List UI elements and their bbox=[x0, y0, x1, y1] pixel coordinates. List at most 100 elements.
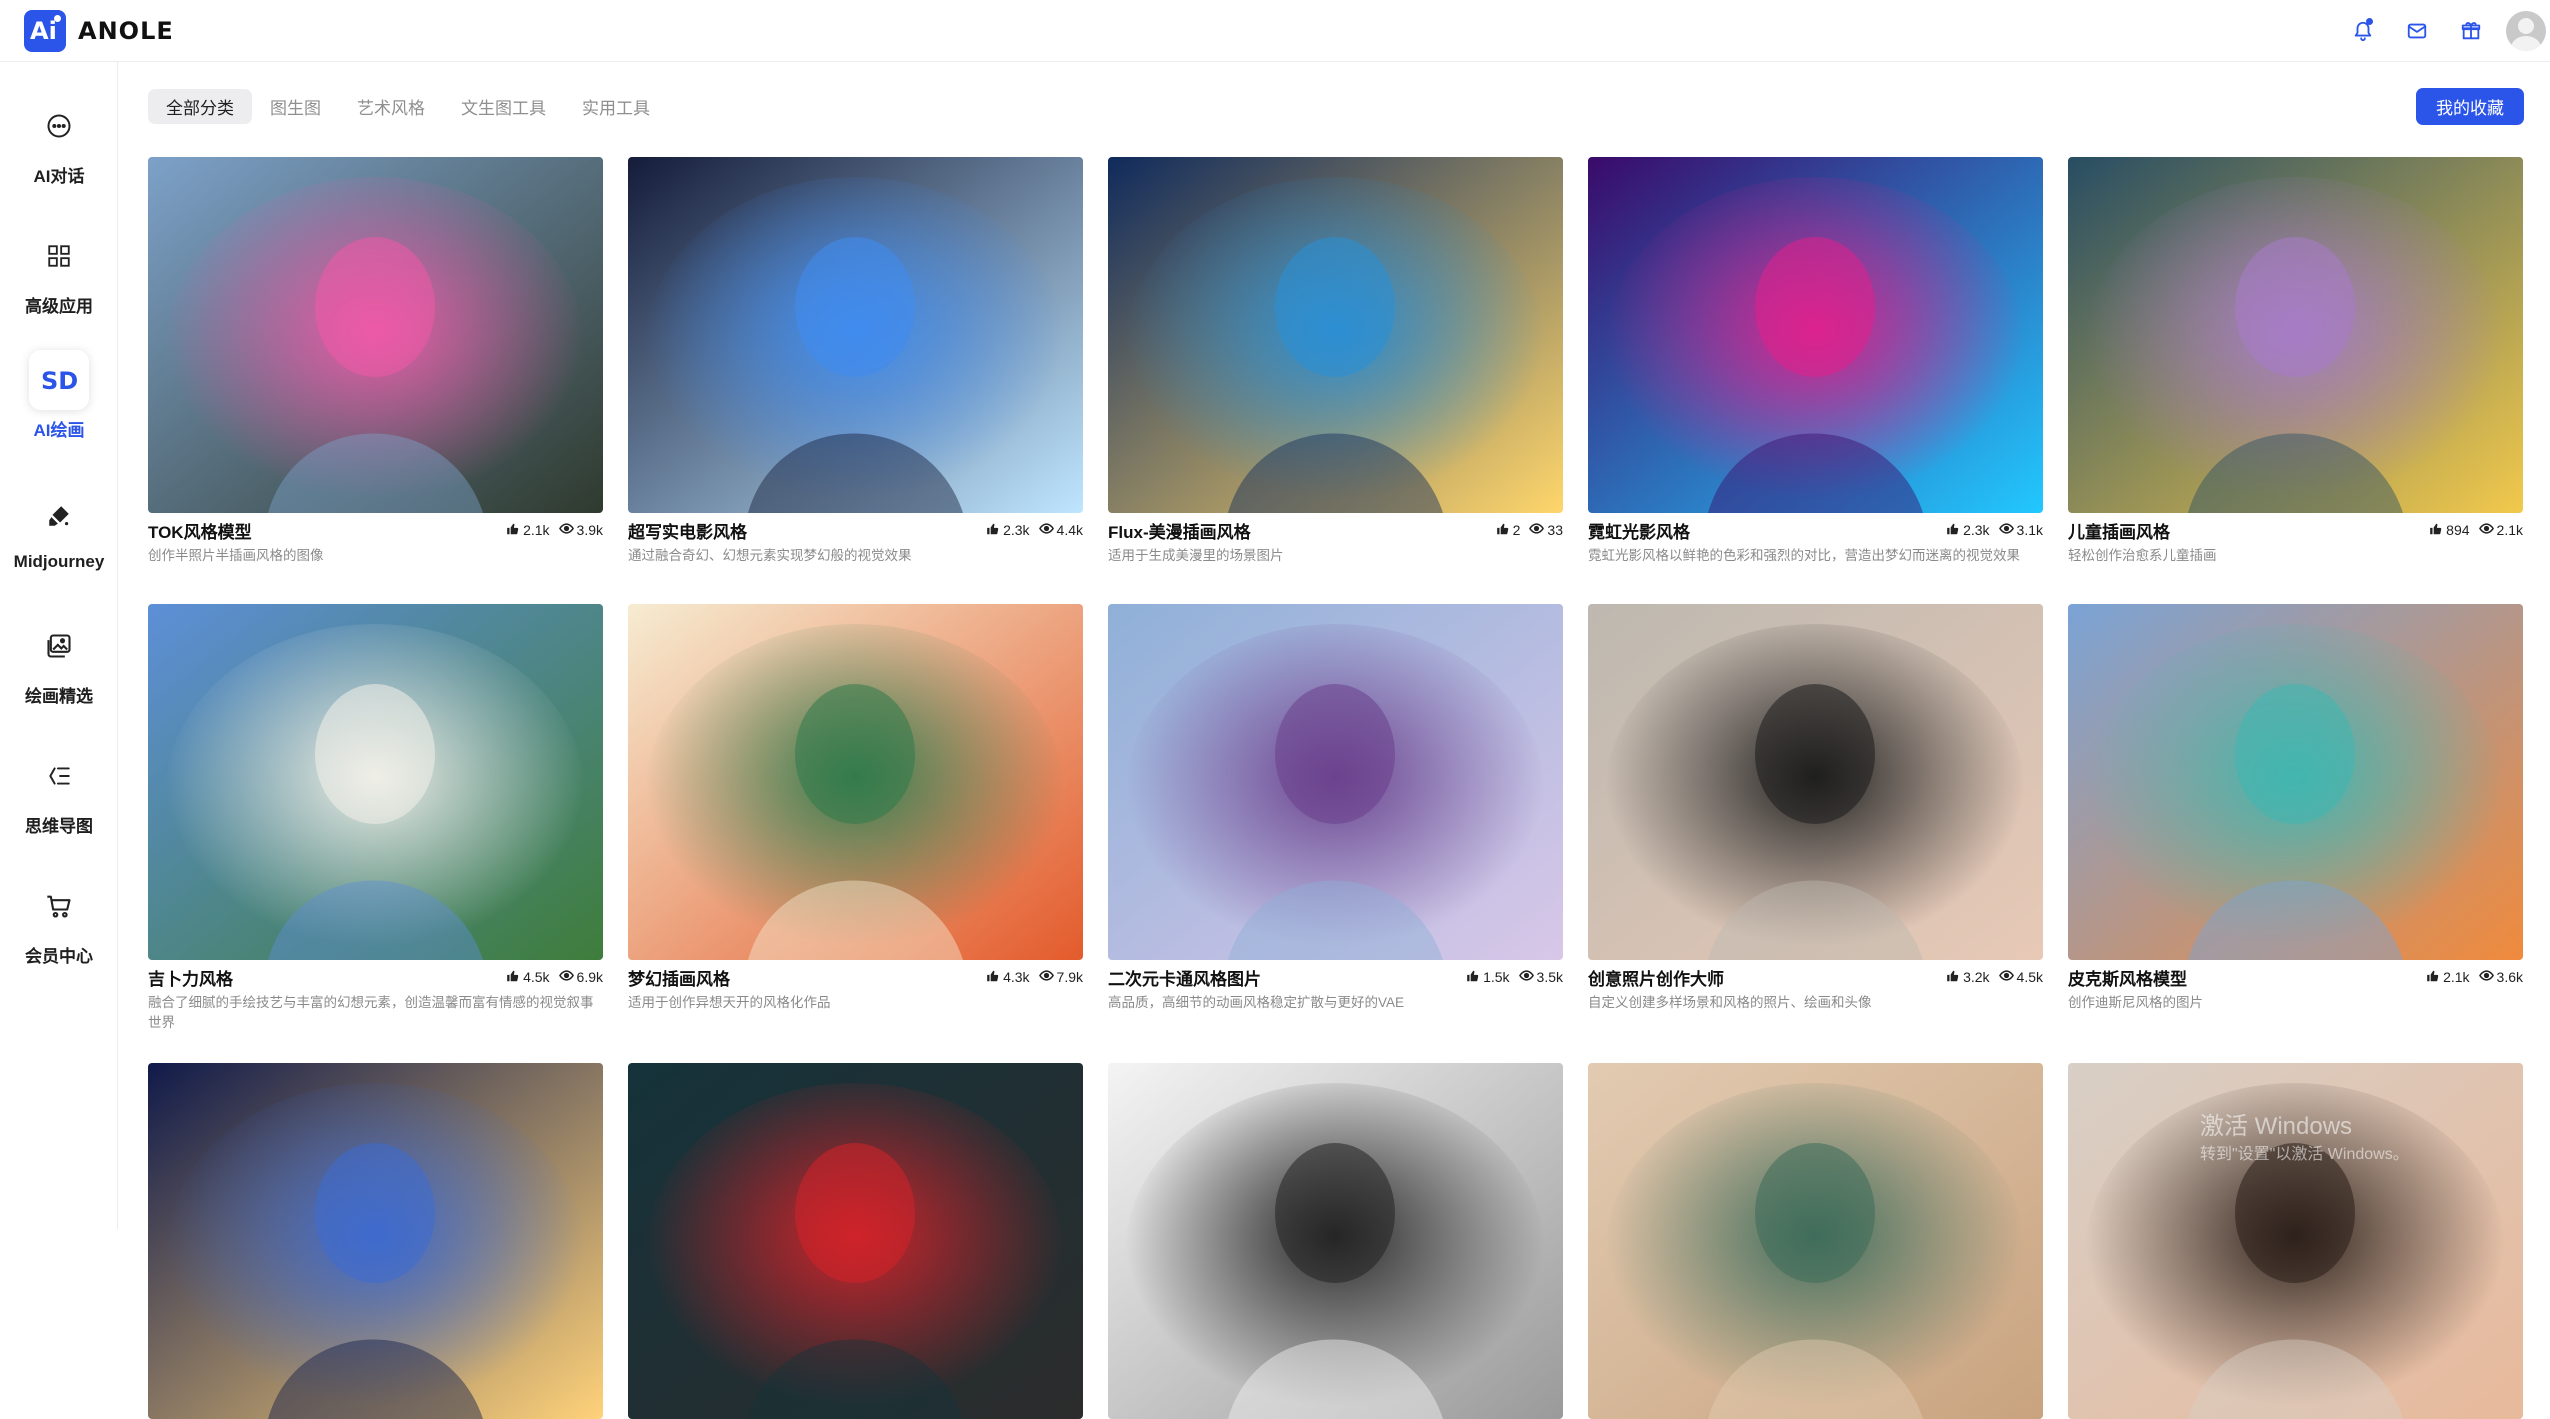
style-card[interactable]: 吉卜力风格 4.5k 6.9k 融合了细腻的手绘技艺与丰富的幻想元素，创造温馨而… bbox=[148, 604, 603, 1033]
style-card[interactable]: 儿童插画风格 894 2.1k 轻松创作治愈系儿童插画 bbox=[2068, 157, 2523, 566]
chat-icon bbox=[29, 96, 89, 156]
eye-icon bbox=[558, 521, 574, 539]
card-thumbnail[interactable] bbox=[1588, 604, 2043, 960]
tab-art-style[interactable]: 艺术风格 bbox=[339, 89, 443, 124]
bell-icon[interactable] bbox=[2336, 0, 2390, 62]
sidebar-item-mindmap[interactable]: 思维导图 bbox=[0, 746, 118, 856]
card-title: 超写实电影风格 bbox=[628, 522, 747, 542]
thumbs-up-icon bbox=[506, 969, 520, 986]
like-count: 4.5k bbox=[523, 969, 550, 985]
windows-activation-watermark-sub: 转到"设置"以激活 Windows。 bbox=[2200, 1146, 2409, 1163]
card-stats: 2.3k 3.1k bbox=[1946, 521, 2043, 539]
avatar[interactable] bbox=[2506, 11, 2546, 51]
card-thumbnail[interactable] bbox=[1108, 1063, 1563, 1419]
tab-image-to-image[interactable]: 图生图 bbox=[252, 89, 339, 124]
style-card[interactable] bbox=[1108, 1063, 1563, 1419]
card-description: 创作半照片半插画风格的图像 bbox=[148, 548, 324, 563]
view-count: 3.1k bbox=[2016, 522, 2043, 538]
eye-icon bbox=[1518, 968, 1534, 986]
card-thumbnail[interactable] bbox=[628, 157, 1083, 513]
eye-icon bbox=[2478, 968, 2494, 986]
sidebar-item-ai-chat[interactable]: AI对话 bbox=[0, 96, 118, 206]
view-count: 4.4k bbox=[1056, 522, 1083, 538]
sidebar-item-advanced-apps[interactable]: 高级应用 bbox=[0, 226, 118, 336]
card-stats: 2.1k 3.9k bbox=[506, 521, 603, 539]
notification-dot bbox=[2366, 18, 2373, 25]
style-card[interactable]: 霓虹光影风格 2.3k 3.1k 霓虹光影风格以鲜艳的色彩和强烈的对比，营造出梦… bbox=[1588, 157, 2043, 566]
thumbs-up-icon bbox=[1946, 522, 1960, 539]
like-count: 2.3k bbox=[1003, 522, 1030, 538]
style-card[interactable]: 创意照片创作大师 3.2k 4.5k 自定义创建多样场景和风格的照片、绘画和头像 bbox=[1588, 604, 2043, 1013]
view-count: 7.9k bbox=[1056, 969, 1083, 985]
style-card[interactable]: Flux-美漫插画风格 2 33 适用于生成美漫里的场景图片 bbox=[1108, 157, 1563, 566]
view-count: 3.6k bbox=[2496, 969, 2523, 985]
card-thumbnail[interactable] bbox=[2068, 157, 2523, 513]
style-card[interactable] bbox=[1588, 1063, 2043, 1419]
card-thumbnail[interactable] bbox=[1108, 604, 1563, 960]
card-stats: 894 2.1k bbox=[2429, 521, 2523, 539]
eye-icon bbox=[1529, 521, 1545, 539]
view-count: 3.5k bbox=[1536, 969, 1563, 985]
card-thumbnail[interactable] bbox=[628, 604, 1083, 960]
card-thumbnail[interactable] bbox=[1108, 157, 1563, 513]
sidebar-item-label: 思维导图 bbox=[25, 817, 93, 836]
sidebar-item-label: AI绘画 bbox=[33, 421, 85, 440]
gift-icon[interactable] bbox=[2444, 0, 2498, 62]
card-thumbnail[interactable] bbox=[1588, 1063, 2043, 1419]
style-card[interactable]: TOK风格模型 2.1k 3.9k 创作半照片半插画风格的图像 bbox=[148, 157, 603, 566]
view-count: 6.9k bbox=[576, 969, 603, 985]
tab-utility-tools[interactable]: 实用工具 bbox=[564, 89, 668, 124]
card-title: 创意照片创作大师 bbox=[1588, 969, 1724, 989]
sidebar-item-label: 绘画精选 bbox=[25, 687, 93, 706]
like-count: 2.3k bbox=[1963, 522, 1990, 538]
sidebar-item-ai-painting[interactable]: SD AI绘画 bbox=[0, 350, 118, 460]
top-actions bbox=[2336, 0, 2550, 62]
eye-icon bbox=[1038, 521, 1054, 539]
tab-text-to-image[interactable]: 文生图工具 bbox=[443, 89, 564, 124]
my-favorites-button[interactable]: 我的收藏 bbox=[2416, 88, 2524, 125]
card-stats: 3.2k 4.5k bbox=[1946, 968, 2043, 986]
card-title: 梦幻插画风格 bbox=[628, 969, 730, 989]
logo[interactable]: Ai ANOLE bbox=[24, 10, 174, 52]
like-count: 2.1k bbox=[523, 522, 550, 538]
style-card[interactable] bbox=[628, 1063, 1083, 1419]
card-title: 儿童插画风格 bbox=[2068, 522, 2170, 542]
like-count: 2 bbox=[1512, 522, 1521, 538]
thumbs-up-icon bbox=[1496, 522, 1510, 539]
like-count: 894 bbox=[2446, 522, 2470, 538]
card-title: 二次元卡通风格图片 bbox=[1108, 969, 1261, 989]
card-stats: 4.3k 7.9k bbox=[986, 968, 1083, 986]
sidebar-item-midjourney[interactable]: Midjourney bbox=[0, 486, 118, 596]
card-stats: 2 33 bbox=[1496, 521, 1563, 539]
card-thumbnail[interactable] bbox=[2068, 604, 2523, 960]
view-count: 4.5k bbox=[2016, 969, 2043, 985]
tab-all[interactable]: 全部分类 bbox=[148, 89, 252, 124]
card-description: 融合了细腻的手绘技艺与丰富的幻想元素，创造温馨而富有情感的视觉叙事世界 bbox=[148, 995, 594, 1030]
card-thumbnail[interactable] bbox=[628, 1063, 1083, 1419]
style-card[interactable] bbox=[148, 1063, 603, 1419]
card-description: 通过融合奇幻、幻想元素实现梦幻般的视觉效果 bbox=[628, 548, 912, 563]
sidebar-item-label: 高级应用 bbox=[25, 297, 93, 316]
thumbs-up-icon bbox=[506, 522, 520, 539]
cart-icon bbox=[29, 876, 89, 936]
sidebar-item-membership[interactable]: 会员中心 bbox=[0, 876, 118, 986]
sidebar-item-gallery[interactable]: 绘画精选 bbox=[0, 616, 118, 726]
card-thumbnail[interactable] bbox=[148, 604, 603, 960]
card-thumbnail[interactable] bbox=[1588, 157, 2043, 513]
thumbs-up-icon bbox=[986, 522, 1000, 539]
view-count: 2.1k bbox=[2496, 522, 2523, 538]
view-count: 3.9k bbox=[576, 522, 603, 538]
style-card[interactable]: 梦幻插画风格 4.3k 7.9k 适用于创作异想天开的风格化作品 bbox=[628, 604, 1083, 1013]
card-description: 轻松创作治愈系儿童插画 bbox=[2068, 548, 2217, 563]
thumbs-up-icon bbox=[2426, 969, 2440, 986]
style-card[interactable]: 超写实电影风格 2.3k 4.4k 通过融合奇幻、幻想元素实现梦幻般的视觉效果 bbox=[628, 157, 1083, 566]
card-description: 创作迪斯尼风格的图片 bbox=[2068, 995, 2203, 1010]
style-card[interactable]: 二次元卡通风格图片 1.5k 3.5k 高品质，高细节的动画风格稳定扩散与更好的… bbox=[1108, 604, 1563, 1013]
card-description: 高品质，高细节的动画风格稳定扩散与更好的VAE bbox=[1108, 995, 1405, 1010]
mail-icon[interactable] bbox=[2390, 0, 2444, 62]
card-title: TOK风格模型 bbox=[148, 522, 252, 542]
card-thumbnail[interactable] bbox=[148, 1063, 603, 1419]
logo-mark-text: Ai bbox=[30, 17, 57, 45]
card-thumbnail[interactable] bbox=[148, 157, 603, 513]
style-card[interactable]: 皮克斯风格模型 2.1k 3.6k 创作迪斯尼风格的图片 bbox=[2068, 604, 2523, 1013]
